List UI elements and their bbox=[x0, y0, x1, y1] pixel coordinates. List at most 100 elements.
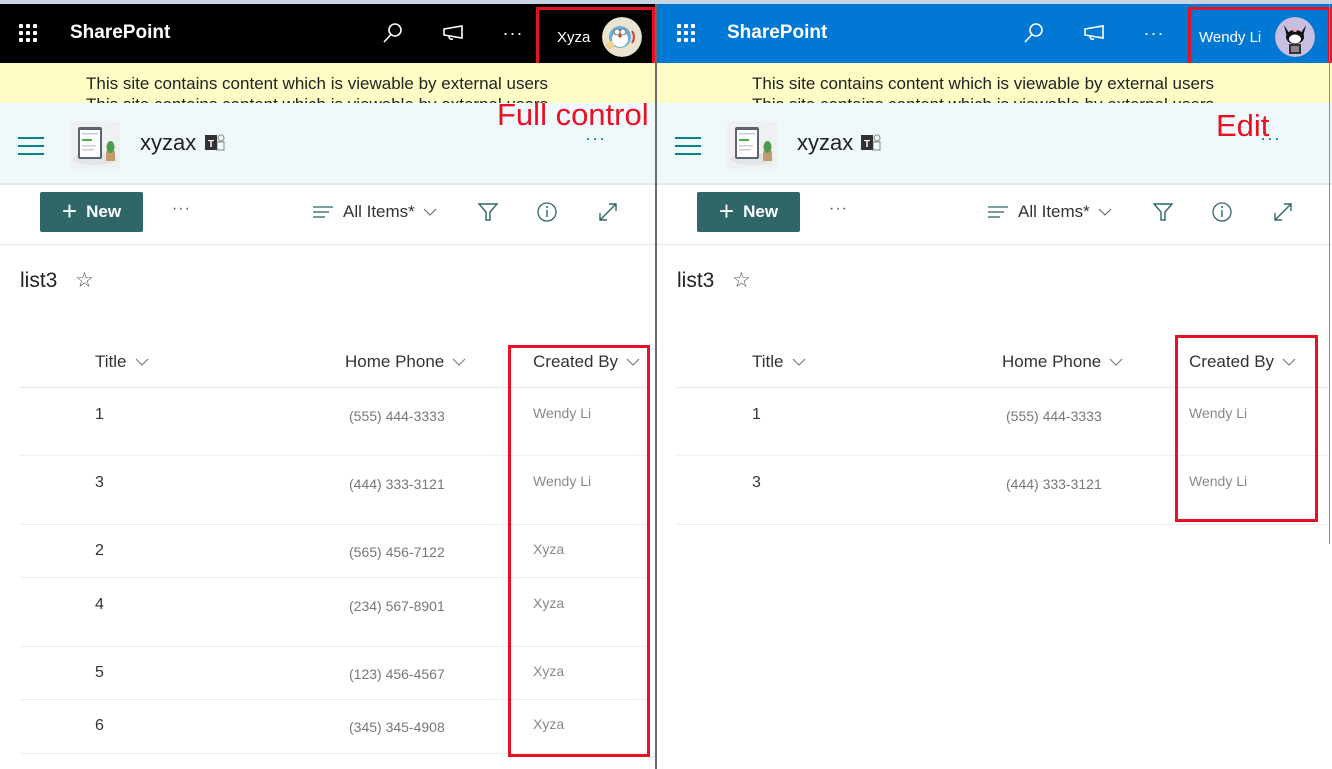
banner-text-duplicate: This site contains content which is view… bbox=[86, 95, 548, 103]
command-more-options[interactable]: ··· bbox=[829, 200, 848, 218]
view-lines-icon bbox=[988, 206, 1008, 218]
column-header-created-by[interactable]: Created By bbox=[1189, 352, 1296, 372]
more-options-icon[interactable]: ··· bbox=[1141, 20, 1167, 46]
megaphone-icon[interactable] bbox=[440, 20, 466, 46]
cell-created-by: Xyza bbox=[533, 663, 565, 679]
chevron-down-icon bbox=[1109, 358, 1123, 366]
new-button[interactable]: + New bbox=[40, 192, 143, 232]
cell-created-by: Wendy Li bbox=[1189, 405, 1248, 421]
table-row[interactable]: 3 (444) 333-3121 Wendy Li bbox=[20, 456, 650, 525]
user-name: Xyza bbox=[557, 28, 591, 46]
site-logo[interactable] bbox=[727, 121, 777, 169]
new-button[interactable]: + New bbox=[697, 192, 800, 232]
cell-home-phone: (444) 333-3121 bbox=[349, 476, 445, 492]
list-title: list3 bbox=[677, 269, 715, 292]
external-users-banner: This site contains content which is view… bbox=[657, 63, 1332, 103]
cell-created-by: Wendy Li bbox=[533, 473, 592, 489]
cell-title[interactable]: 1 bbox=[95, 406, 104, 424]
app-launcher-icon[interactable] bbox=[677, 24, 697, 44]
site-title[interactable]: xyzax bbox=[140, 130, 196, 156]
table-row[interactable]: 5 (123) 456-4567 Xyza bbox=[20, 647, 650, 700]
new-button-label: New bbox=[743, 202, 779, 221]
cell-home-phone: (444) 333-3121 bbox=[1006, 476, 1102, 492]
column-label: Created By bbox=[1189, 352, 1275, 371]
kuromi-avatar bbox=[1275, 17, 1316, 57]
banner-text: This site contains content which is view… bbox=[86, 74, 549, 93]
cell-home-phone: (555) 444-3333 bbox=[1006, 408, 1102, 424]
search-icon[interactable] bbox=[1021, 20, 1047, 46]
cell-title[interactable]: 3 bbox=[752, 474, 761, 492]
sharepoint-brand[interactable]: SharePoint bbox=[727, 22, 827, 44]
app-launcher-icon[interactable] bbox=[19, 24, 39, 44]
table-row[interactable]: 4 (234) 567-8901 Xyza bbox=[20, 578, 650, 647]
suite-bar: SharePoint ··· Xyza bbox=[0, 4, 656, 63]
filter-icon[interactable] bbox=[1150, 199, 1176, 225]
cell-created-by: Xyza bbox=[533, 716, 565, 732]
cell-created-by: Wendy Li bbox=[1189, 473, 1248, 489]
search-icon[interactable] bbox=[380, 20, 406, 46]
command-bar: + New ··· All Items* bbox=[0, 187, 656, 245]
favorite-star-icon[interactable]: ☆ bbox=[75, 268, 94, 293]
site-title[interactable]: xyzax bbox=[797, 130, 853, 156]
cell-home-phone: (555) 444-3333 bbox=[349, 408, 445, 424]
column-header-home-phone[interactable]: Home Phone bbox=[345, 352, 466, 372]
more-options-icon[interactable]: ··· bbox=[500, 20, 526, 46]
cell-title[interactable]: 5 bbox=[95, 664, 104, 682]
table-row[interactable]: 2 (565) 456-7122 Xyza bbox=[20, 525, 650, 578]
hamburger-menu-icon[interactable] bbox=[18, 137, 44, 155]
chevron-down-icon bbox=[626, 358, 640, 366]
megaphone-icon[interactable] bbox=[1081, 20, 1107, 46]
right-pane-border bbox=[1329, 4, 1330, 544]
info-icon[interactable] bbox=[534, 199, 560, 225]
view-lines-icon bbox=[313, 206, 333, 218]
column-header-created-by[interactable]: Created By bbox=[533, 352, 640, 372]
teams-icon[interactable]: T bbox=[860, 133, 882, 153]
column-label: Title bbox=[95, 352, 127, 371]
view-selector[interactable]: All Items* bbox=[313, 202, 447, 222]
table-row[interactable]: 3 (444) 333-3121 Wendy Li bbox=[677, 456, 1329, 525]
cell-title[interactable]: 2 bbox=[95, 542, 104, 560]
cell-title[interactable]: 4 bbox=[95, 596, 104, 614]
right-pane-edit: SharePoint ··· Wendy Li This site contai… bbox=[657, 4, 1332, 769]
svg-text:T: T bbox=[208, 139, 214, 150]
cell-created-by: Xyza bbox=[533, 541, 565, 557]
cell-title[interactable]: 3 bbox=[95, 474, 104, 492]
expand-icon[interactable] bbox=[595, 199, 621, 225]
doraemon-avatar bbox=[602, 17, 643, 57]
plus-icon: + bbox=[718, 195, 735, 226]
favorite-star-icon[interactable]: ☆ bbox=[732, 268, 751, 293]
new-button-label: New bbox=[86, 202, 122, 221]
cell-title[interactable]: 1 bbox=[752, 406, 761, 424]
cell-home-phone: (123) 456-4567 bbox=[349, 666, 445, 682]
filter-icon[interactable] bbox=[475, 199, 501, 225]
banner-text-duplicate: This site contains content which is view… bbox=[752, 95, 1214, 103]
teams-icon[interactable]: T bbox=[204, 133, 226, 153]
site-logo[interactable] bbox=[70, 121, 120, 169]
user-account-button[interactable]: Xyza bbox=[557, 7, 643, 67]
view-label: All Items* bbox=[343, 202, 415, 221]
column-label: Created By bbox=[533, 352, 619, 371]
column-label: Title bbox=[752, 352, 784, 371]
table-row[interactable]: 6 (345) 345-4908 Xyza bbox=[20, 700, 650, 754]
table-header: Title Home Phone Created By bbox=[20, 339, 650, 388]
chevron-down-icon bbox=[423, 208, 437, 216]
expand-icon[interactable] bbox=[1270, 199, 1296, 225]
command-more-options[interactable]: ··· bbox=[172, 200, 191, 218]
suite-bar: SharePoint ··· Wendy Li bbox=[657, 4, 1332, 63]
column-header-title[interactable]: Title bbox=[95, 352, 149, 372]
chevron-down-icon bbox=[452, 358, 466, 366]
column-header-title[interactable]: Title bbox=[752, 352, 806, 372]
view-selector[interactable]: All Items* bbox=[988, 202, 1122, 222]
hamburger-menu-icon[interactable] bbox=[675, 137, 701, 155]
cell-created-by: Wendy Li bbox=[533, 405, 592, 421]
user-name: Wendy Li bbox=[1199, 28, 1262, 46]
info-icon[interactable] bbox=[1209, 199, 1235, 225]
cell-title[interactable]: 6 bbox=[95, 717, 104, 735]
list-table: Title Home Phone Created By 1 (555) 444-… bbox=[677, 339, 1329, 525]
left-pane-full-control: SharePoint ··· Xyza This site contains c… bbox=[0, 4, 656, 769]
user-account-button[interactable]: Wendy Li bbox=[1199, 7, 1316, 67]
table-row[interactable]: 1 (555) 444-3333 Wendy Li bbox=[20, 388, 650, 456]
table-row[interactable]: 1 (555) 444-3333 Wendy Li bbox=[677, 388, 1329, 456]
column-header-home-phone[interactable]: Home Phone bbox=[1002, 352, 1123, 372]
sharepoint-brand[interactable]: SharePoint bbox=[70, 22, 170, 44]
